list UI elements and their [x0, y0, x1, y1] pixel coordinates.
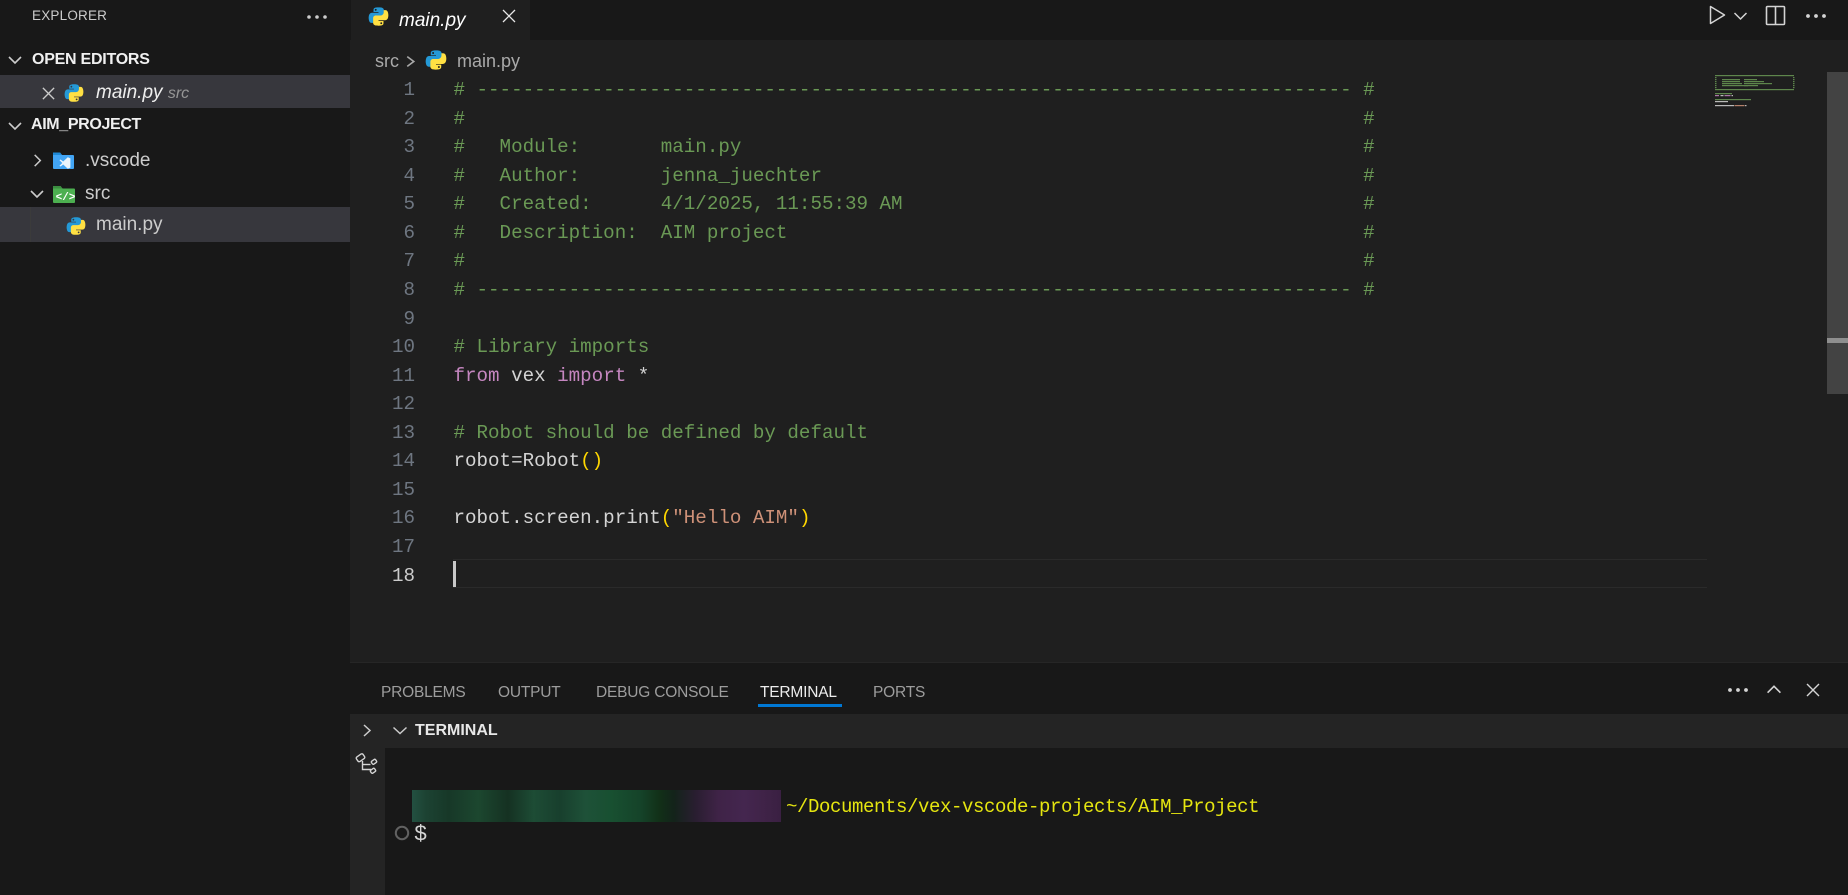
svg-text:</>: </> [56, 192, 76, 204]
